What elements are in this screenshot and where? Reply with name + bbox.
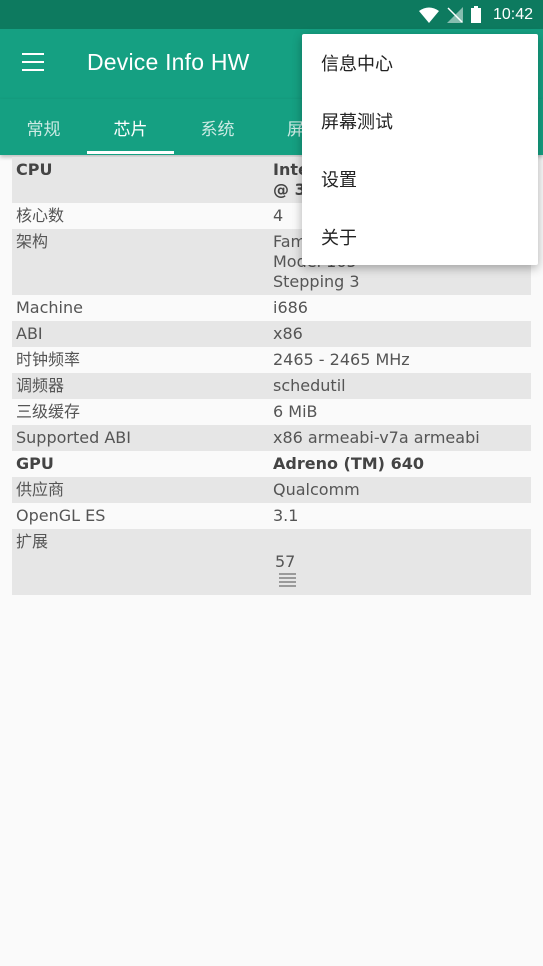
row-value: x86 bbox=[273, 324, 303, 343]
row-value: 2465 - 2465 MHz bbox=[273, 350, 410, 369]
row-value: schedutil bbox=[273, 376, 346, 395]
no-signal-icon bbox=[446, 6, 463, 23]
tab-soc[interactable]: 芯片 bbox=[87, 99, 174, 155]
row-key: OpenGL ES bbox=[16, 506, 106, 525]
list-icon[interactable] bbox=[279, 573, 296, 589]
row-key: ABI bbox=[16, 324, 43, 343]
row-value: Adreno (TM) 640 bbox=[273, 454, 424, 473]
overflow-menu: 信息中心 屏幕测试 设置 关于 bbox=[302, 34, 538, 265]
row-key: 调频器 bbox=[16, 376, 65, 395]
menu-item-screen-test[interactable]: 屏幕测试 bbox=[302, 92, 538, 150]
menu-item-about[interactable]: 关于 bbox=[302, 208, 538, 266]
row-key: 时钟频率 bbox=[16, 350, 81, 369]
row-key: 扩展 bbox=[16, 532, 49, 551]
row-key: Machine bbox=[16, 298, 83, 317]
table-row: ABI x86 bbox=[12, 321, 531, 347]
table-row: OpenGL ES 3.1 bbox=[12, 503, 531, 529]
hamburger-menu-icon[interactable] bbox=[22, 53, 46, 73]
table-row: Machine i686 bbox=[12, 295, 531, 321]
table-row[interactable]: 扩展 57 bbox=[12, 529, 531, 595]
clock: 10:42 bbox=[492, 5, 533, 23]
table-row: 时钟频率 2465 - 2465 MHz bbox=[12, 347, 531, 373]
battery-icon bbox=[470, 6, 481, 23]
tab-general[interactable]: 常规 bbox=[0, 99, 87, 155]
menu-item-info-center[interactable]: 信息中心 bbox=[302, 34, 538, 92]
table-row: 三级缓存 6 MiB bbox=[12, 399, 531, 425]
app-title: Device Info HW bbox=[87, 49, 250, 75]
row-key: 核心数 bbox=[16, 206, 65, 225]
row-key: CPU bbox=[16, 160, 53, 179]
row-value: 3.1 bbox=[273, 506, 299, 525]
row-value: x86 armeabi-v7a armeabi bbox=[273, 428, 480, 447]
row-key: Supported ABI bbox=[16, 428, 131, 447]
row-value: 6 MiB bbox=[273, 402, 318, 421]
menu-item-settings[interactable]: 设置 bbox=[302, 150, 538, 208]
row-value: i686 bbox=[273, 298, 308, 317]
table-row: GPU Adreno (TM) 640 bbox=[12, 451, 531, 477]
extensions-count: 57 bbox=[275, 552, 296, 571]
table-row: 供应商 Qualcomm bbox=[12, 477, 531, 503]
wifi-icon bbox=[418, 7, 439, 23]
row-key: 三级缓存 bbox=[16, 402, 81, 421]
status-bar: 10:42 bbox=[0, 0, 543, 29]
row-value: 57 bbox=[273, 529, 531, 595]
row-key: 架构 bbox=[16, 232, 49, 251]
row-value: Qualcomm bbox=[273, 480, 360, 499]
tab-indicator bbox=[87, 151, 174, 154]
row-key: 供应商 bbox=[16, 480, 65, 499]
table-row: Supported ABI x86 armeabi-v7a armeabi bbox=[12, 425, 531, 451]
tab-system[interactable]: 系统 bbox=[174, 99, 261, 155]
row-key: GPU bbox=[16, 454, 54, 473]
table-row: 调频器 schedutil bbox=[12, 373, 531, 399]
